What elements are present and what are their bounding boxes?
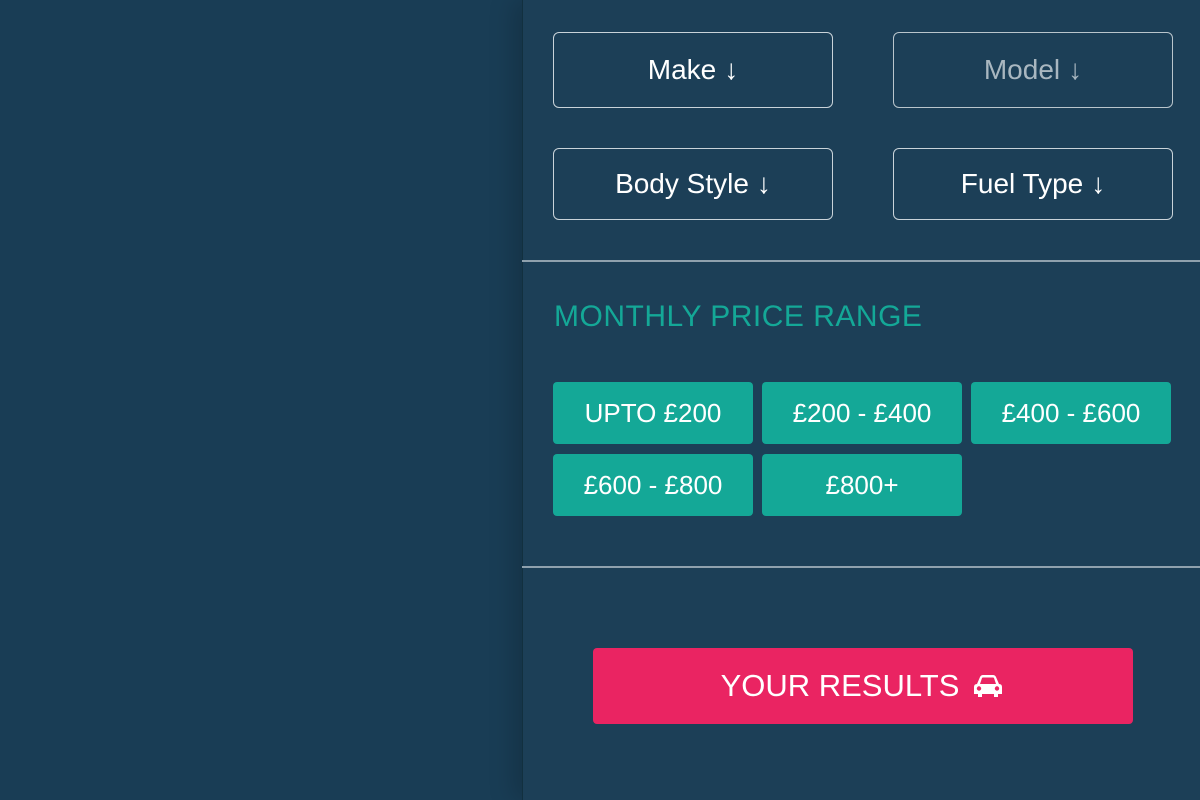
- your-results-button[interactable]: YOUR RESULTS: [593, 648, 1133, 724]
- price-option-600-800[interactable]: £600 - £800: [553, 454, 753, 516]
- body-style-dropdown-label: Body Style: [615, 168, 749, 199]
- down-arrow-icon: ↓: [756, 168, 771, 199]
- make-dropdown-label: Make: [647, 54, 717, 85]
- down-arrow-icon: ↓: [724, 54, 739, 85]
- fuel-type-dropdown[interactable]: Fuel Type ↓: [893, 148, 1173, 220]
- left-blank-area: [0, 0, 522, 800]
- price-option-400-600[interactable]: £400 - £600: [971, 382, 1171, 444]
- section-divider: [522, 566, 1200, 568]
- fuel-type-dropdown-label: Fuel Type: [960, 168, 1084, 199]
- make-dropdown[interactable]: Make ↓: [553, 32, 833, 108]
- down-arrow-icon: ↓: [1091, 168, 1106, 199]
- model-dropdown[interactable]: Model ↓: [893, 32, 1173, 108]
- down-arrow-icon: ↓: [1068, 54, 1083, 85]
- body-style-dropdown[interactable]: Body Style ↓: [553, 148, 833, 220]
- price-range-title: MONTHLY PRICE RANGE: [554, 300, 923, 333]
- model-dropdown-label: Model: [983, 54, 1061, 85]
- section-divider: [522, 260, 1200, 262]
- your-results-label: YOUR RESULTS: [720, 668, 960, 703]
- price-option-upto-200[interactable]: UPTO £200: [553, 382, 753, 444]
- car-icon: [974, 675, 1003, 697]
- price-option-200-400[interactable]: £200 - £400: [762, 382, 962, 444]
- price-option-800-plus[interactable]: £800+: [762, 454, 962, 516]
